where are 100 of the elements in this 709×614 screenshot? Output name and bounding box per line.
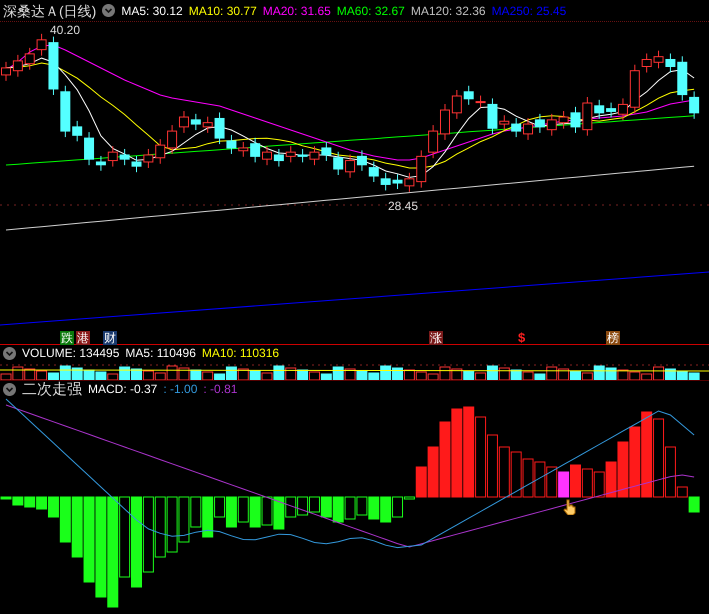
indicator-value: MA60: 32.67 (336, 4, 405, 16)
indicator-value: MACD: -0.37 (88, 383, 158, 395)
indicator-value: MA5: 110496 (125, 347, 196, 359)
low-price-label: 28.45 (388, 200, 418, 212)
histogram-bar (250, 496, 261, 528)
candlestick (630, 64, 640, 114)
indicator-value: MA250: 25.45 (492, 4, 566, 16)
histogram-bar (308, 496, 320, 512)
event-badge[interactable]: 港 (76, 331, 90, 345)
indicator-value: MA10: 110316 (202, 347, 280, 359)
histogram-bar (510, 452, 522, 498)
candlestick (558, 110, 569, 130)
candlestick (333, 151, 344, 176)
histogram-bar (166, 496, 178, 552)
candlestick (132, 155, 142, 173)
candlestick (392, 174, 403, 190)
candlestick (380, 172, 391, 191)
candlestick (24, 47, 35, 70)
candlestick (523, 118, 534, 140)
indicator-value: : -1.00 (163, 383, 198, 395)
candlestick (262, 146, 272, 166)
candlestick (120, 148, 130, 166)
candlestick (428, 124, 438, 159)
event-mark[interactable]: $ (518, 331, 526, 344)
indicator-value: MA120: 32.36 (410, 4, 486, 16)
chevron-down-icon[interactable] (3, 382, 16, 396)
histogram-bar (238, 496, 249, 522)
histogram-bar (534, 462, 546, 498)
candlestick (368, 161, 379, 183)
histogram-bar (498, 446, 510, 498)
candlestick (452, 90, 462, 120)
high-price-label: 40.20 (50, 24, 80, 36)
candlestick (534, 113, 545, 134)
candlestick (654, 50, 664, 69)
histogram-bar (297, 496, 308, 516)
candlestick (642, 52, 652, 73)
candlestick (511, 118, 522, 138)
histogram-bar (154, 496, 166, 558)
candlestick (143, 148, 154, 168)
candlestick (440, 104, 450, 140)
histogram-bar (522, 458, 534, 498)
candlestick (155, 138, 166, 164)
indicator-value: VOLUME: 134495 (22, 347, 120, 359)
pointer-hand-icon (563, 499, 577, 515)
histogram-bar (546, 466, 558, 498)
candlestick (594, 99, 604, 120)
histogram-bar (344, 496, 356, 520)
candlestick (677, 56, 688, 102)
candlestick (108, 146, 118, 168)
histogram-bar (486, 434, 498, 498)
candlestick (499, 114, 510, 131)
candlestick (250, 137, 260, 163)
histogram-bar (629, 426, 640, 498)
candlestick (570, 106, 580, 134)
candlestick (60, 85, 70, 138)
candlestick (416, 150, 426, 188)
histogram-bar (558, 472, 570, 498)
candlestick (12, 54, 23, 78)
candlestick (238, 141, 248, 158)
candlestick (665, 52, 676, 73)
candlestick (167, 124, 178, 154)
histogram-bar (72, 496, 83, 558)
candlestick (309, 146, 320, 166)
histogram-bar (320, 496, 332, 518)
histogram-bar (356, 496, 368, 516)
candlestick (404, 172, 414, 192)
chevron-down-icon[interactable] (102, 4, 116, 17)
candlestick (356, 150, 367, 172)
candlestick (274, 148, 284, 168)
histogram-bar (368, 496, 380, 520)
candlestick (464, 85, 474, 106)
histogram-bar (582, 468, 593, 498)
candlestick (178, 110, 189, 134)
candlestick (689, 90, 700, 120)
event-badge[interactable]: 跌 (60, 331, 74, 345)
event-badge[interactable]: 涨 (429, 331, 443, 345)
indicator-name: 二次走强 (22, 382, 82, 396)
candlestick (72, 120, 82, 142)
histogram-bar (380, 496, 392, 522)
indicator-value: : -0.81 (203, 383, 238, 395)
chevron-down-icon[interactable] (3, 346, 16, 360)
histogram-bar (594, 472, 605, 498)
histogram-bar (570, 464, 581, 498)
event-badge[interactable]: 榜 (606, 331, 620, 345)
candlestick (286, 146, 296, 163)
histogram-bar (332, 496, 344, 522)
indicator-value: MA10: 30.77 (188, 4, 257, 16)
event-badge[interactable]: 财 (103, 331, 117, 345)
stock-title: 深桑达Ａ(日线) (3, 4, 96, 18)
candlestick (202, 116, 213, 134)
indicator-value: MA5: 30.12 (121, 4, 183, 16)
candlestick (321, 141, 332, 162)
indicator-value: MA20: 31.65 (262, 4, 331, 16)
candlestick (190, 113, 201, 131)
histogram-bar (24, 496, 36, 508)
candlestick (546, 113, 557, 136)
candlestick (345, 154, 356, 178)
candlestick (582, 96, 592, 136)
candlestick (298, 148, 308, 163)
histogram-bar (262, 496, 273, 526)
